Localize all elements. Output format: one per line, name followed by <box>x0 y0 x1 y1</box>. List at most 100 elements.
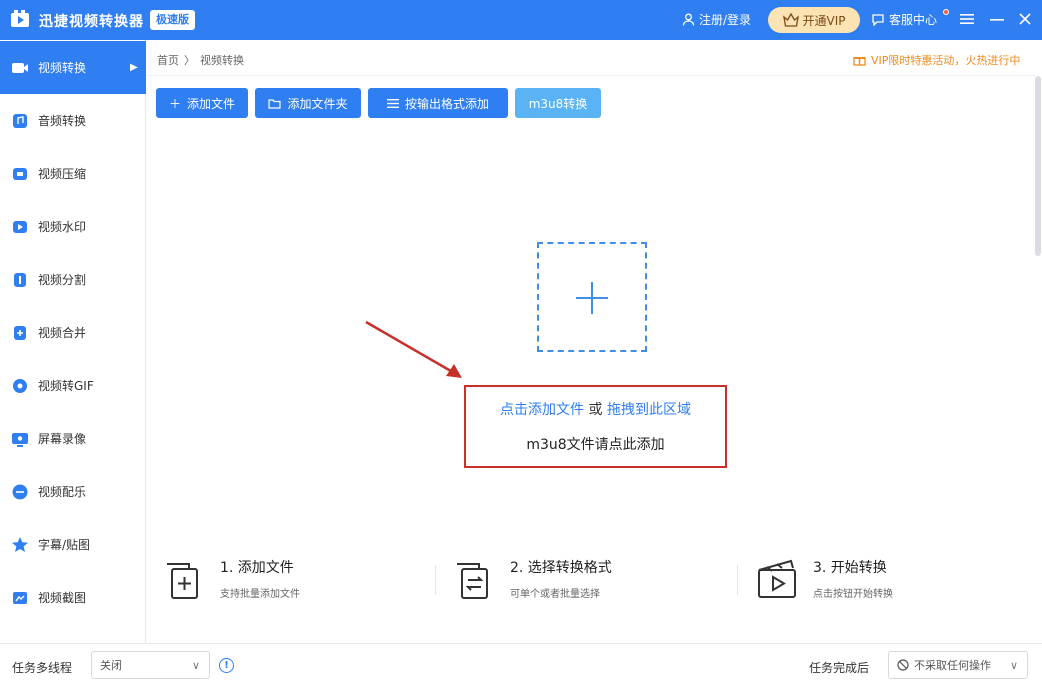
breadcrumb: 首页 〉 视频转换 <box>157 52 244 68</box>
choose-format-step-icon <box>457 563 488 599</box>
video-merge-icon <box>14 325 26 340</box>
close-icon[interactable] <box>1016 10 1034 28</box>
vip-button[interactable]: 开通VIP <box>768 7 860 33</box>
sidebar-item-label: 视频转GIF <box>38 379 94 393</box>
video-compress-icon <box>13 167 27 180</box>
sidebar-item-video-music[interactable]: 视频配乐 <box>0 465 146 518</box>
add-file-label: 添加文件 <box>187 96 236 111</box>
sidebar-item-video-convert[interactable]: 视频转换 ▶ <box>0 41 146 94</box>
sidebar-item-label: 视频分割 <box>38 273 87 287</box>
scrollbar[interactable] <box>1035 76 1041 256</box>
m3u8-label: m3u8转换 <box>528 96 588 111</box>
breadcrumb-current: 视频转换 <box>200 54 244 67</box>
screenshot-icon <box>13 591 27 604</box>
add-by-format-label: 按输出格式添加 <box>404 96 489 111</box>
sidebar-item-label: 音频转换 <box>38 114 87 128</box>
gif-icon <box>13 378 27 393</box>
list-icon <box>386 98 399 108</box>
step-desc: 支持批量添加文件 <box>220 589 300 600</box>
step-choose-format: 2. 选择转换格式 可单个或者批量选择 <box>452 555 712 605</box>
notification-dot <box>943 9 949 15</box>
chevron-down-icon: ∨ <box>191 659 200 672</box>
step-desc: 点击按钮开始转换 <box>813 589 893 600</box>
promo-label: VIP限时特惠活动，火热进行中 <box>871 54 1021 67</box>
sidebar-item-video-screenshot[interactable]: 视频截图 <box>0 571 146 624</box>
folder-icon <box>268 98 282 109</box>
add-by-format-button[interactable]: 按输出格式添加 <box>368 88 508 118</box>
info-icon[interactable]: ! <box>219 658 234 673</box>
after-complete-select[interactable]: 不采取任何操作 ∨ <box>888 651 1028 679</box>
annotation-arrow-icon <box>365 320 462 378</box>
minimize-icon[interactable] <box>988 10 1006 28</box>
app-title: 迅捷视频转换器 <box>39 14 144 30</box>
sidebar-item-label: 屏幕录像 <box>38 432 87 446</box>
step-divider <box>737 565 738 595</box>
multithread-value: 关闭 <box>100 659 122 672</box>
plus-icon: ＋ <box>168 96 181 111</box>
bottom-bar: 任务多线程 关闭 ∨ ! 任务完成后 不采取任何操作 ∨ <box>0 643 1042 690</box>
service-center-link[interactable]: 客服中心 <box>871 11 937 28</box>
title-bar: 迅捷视频转换器 极速版 注册/登录 开通VIP 客服中心 <box>0 0 1042 40</box>
step-desc: 可单个或者批量选择 <box>510 589 600 600</box>
app-window: 迅捷视频转换器 极速版 注册/登录 开通VIP 客服中心 视频转换 ▶ 音频转换… <box>0 0 1042 690</box>
breadcrumb-separator: 〉 <box>184 54 195 67</box>
start-convert-step-icon <box>758 559 796 598</box>
sidebar-item-subtitle[interactable]: 字幕/贴图 <box>0 518 146 571</box>
step-title: 1. 添加文件 <box>220 560 294 576</box>
service-label: 客服中心 <box>889 13 938 27</box>
drop-zone[interactable] <box>537 242 647 352</box>
step-add-file: 1. 添加文件 支持批量添加文件 <box>162 555 402 605</box>
sidebar: 视频转换 ▶ 音频转换 视频压缩 视频水印 视频分割 视频合并 视频转GIF 屏… <box>0 40 146 643</box>
subtitle-icon <box>12 536 28 552</box>
login-link[interactable]: 注册/登录 <box>682 11 751 28</box>
step-title: 2. 选择转换格式 <box>510 560 612 576</box>
add-folder-button[interactable]: 添加文件夹 <box>255 88 361 118</box>
sidebar-item-label: 视频水印 <box>38 220 87 234</box>
gift-icon <box>853 57 866 66</box>
vip-label: 开通VIP <box>802 13 846 28</box>
menu-icon[interactable] <box>958 10 976 28</box>
video-split-icon <box>14 272 26 287</box>
step-divider <box>435 565 436 595</box>
sidebar-item-label: 视频压缩 <box>38 167 87 181</box>
sidebar-item-screen-record[interactable]: 屏幕录像 <box>0 412 146 465</box>
sidebar-item-label: 视频截图 <box>38 591 87 605</box>
multithread-select[interactable]: 关闭 ∨ <box>91 651 210 679</box>
drop-hint-highlight: 点击添加文件 或 拖拽到此区域 m3u8文件请点此添加 <box>464 385 727 468</box>
add-folder-label: 添加文件夹 <box>287 96 348 111</box>
m3u8-add-hint[interactable]: m3u8文件请点此添加 <box>466 434 725 454</box>
sidebar-item-audio-convert[interactable]: 音频转换 <box>0 94 146 147</box>
sidebar-item-label: 视频配乐 <box>38 485 87 499</box>
plus-icon <box>591 282 593 314</box>
sidebar-item-video-merge[interactable]: 视频合并 <box>0 306 146 359</box>
vip-promo-link[interactable]: VIP限时特惠活动，火热进行中 <box>853 52 1020 68</box>
after-complete-value: 不采取任何操作 <box>914 659 991 672</box>
sidebar-item-video-split[interactable]: 视频分割 <box>0 253 146 306</box>
after-complete-label: 任务完成后 <box>809 661 870 675</box>
chevron-down-icon: ∨ <box>1009 659 1018 672</box>
chat-icon <box>872 14 884 26</box>
sidebar-item-label: 视频合并 <box>38 326 87 340</box>
chevron-right-icon: ▶ <box>130 62 138 73</box>
sidebar-item-video-compress[interactable]: 视频压缩 <box>0 147 146 200</box>
sidebar-item-video-to-gif[interactable]: 视频转GIF <box>0 359 146 412</box>
app-logo-icon <box>11 10 29 27</box>
video-watermark-icon <box>13 220 27 233</box>
no-action-icon <box>897 659 909 671</box>
sidebar-item-video-watermark[interactable]: 视频水印 <box>0 200 146 253</box>
header-divider <box>147 75 1035 76</box>
multithread-label: 任务多线程 <box>12 661 73 675</box>
step-title: 3. 开始转换 <box>813 560 887 576</box>
video-convert-icon <box>12 62 28 73</box>
drag-here-link[interactable]: 拖拽到此区域 <box>607 402 691 418</box>
m3u8-convert-button[interactable]: m3u8转换 <box>515 88 601 118</box>
or-text: 或 <box>584 402 607 418</box>
add-file-step-icon <box>167 563 198 599</box>
add-file-button[interactable]: ＋ 添加文件 <box>156 88 248 118</box>
click-add-file-link[interactable]: 点击添加文件 <box>500 402 584 418</box>
audio-convert-icon <box>13 113 27 128</box>
drop-hint-line: 点击添加文件 或 拖拽到此区域 <box>466 399 725 419</box>
crown-icon <box>782 13 799 27</box>
breadcrumb-home[interactable]: 首页 <box>157 52 179 68</box>
music-icon <box>12 484 28 499</box>
